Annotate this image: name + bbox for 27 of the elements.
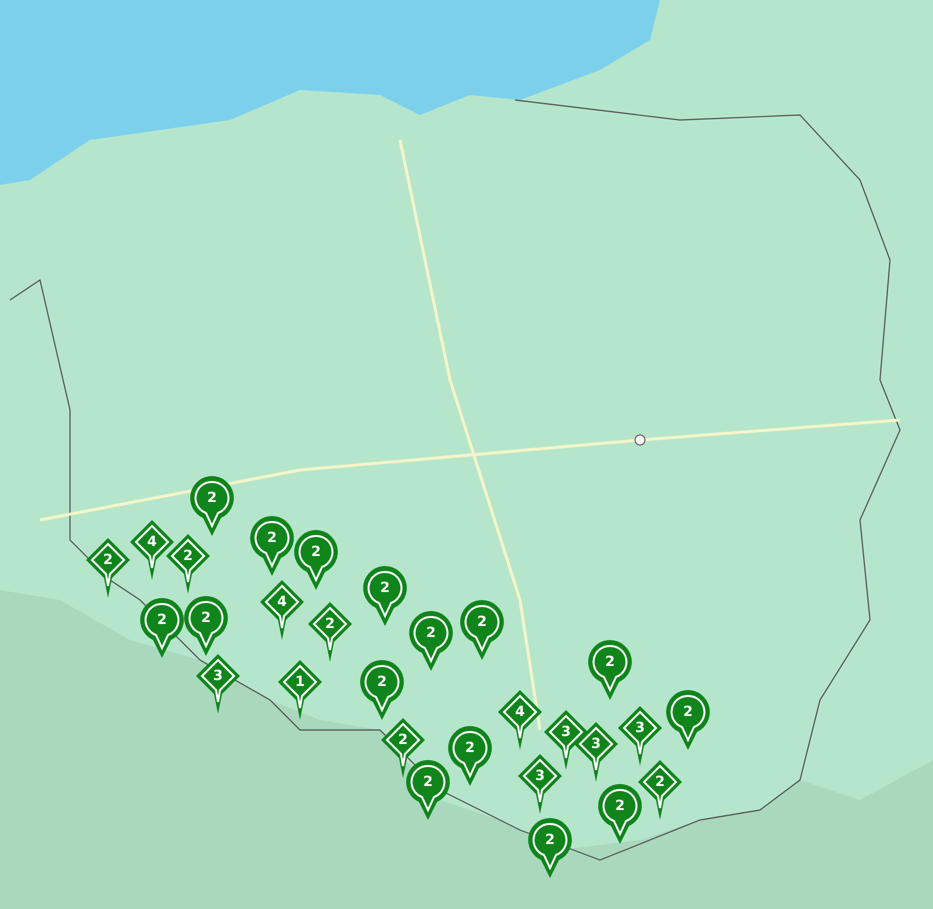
map-marker[interactable]: 3: [194, 652, 242, 716]
map-marker[interactable]: 2: [586, 638, 634, 702]
map-marker[interactable]: 2: [292, 528, 340, 592]
map-marker[interactable]: 2: [636, 758, 684, 822]
map-marker[interactable]: 3: [616, 704, 664, 768]
map-marker[interactable]: 2: [404, 758, 452, 822]
map-marker[interactable]: 2: [182, 594, 230, 658]
map-marker[interactable]: 2: [596, 782, 644, 846]
map-marker[interactable]: 4: [258, 578, 306, 642]
map-marker[interactable]: 2: [458, 598, 506, 662]
map-marker[interactable]: 1: [276, 658, 324, 722]
map-marker[interactable]: 2: [664, 688, 712, 752]
map-marker[interactable]: 4: [128, 518, 176, 582]
map-marker[interactable]: 2: [188, 474, 236, 538]
map-marker[interactable]: 2: [306, 600, 354, 664]
map-marker[interactable]: 2: [248, 514, 296, 578]
map-marker[interactable]: 2: [358, 658, 406, 722]
map-marker[interactable]: 2: [526, 816, 574, 880]
map-marker[interactable]: 2: [164, 532, 212, 596]
map-marker[interactable]: 3: [572, 720, 620, 784]
map-marker[interactable]: 2: [407, 609, 455, 673]
map-marker[interactable]: 2: [138, 596, 186, 660]
map-marker[interactable]: 3: [516, 752, 564, 816]
map-marker[interactable]: 2: [446, 724, 494, 788]
map-marker[interactable]: 2: [84, 536, 132, 600]
map-marker[interactable]: 2: [361, 564, 409, 628]
map-marker[interactable]: 4: [496, 688, 544, 752]
